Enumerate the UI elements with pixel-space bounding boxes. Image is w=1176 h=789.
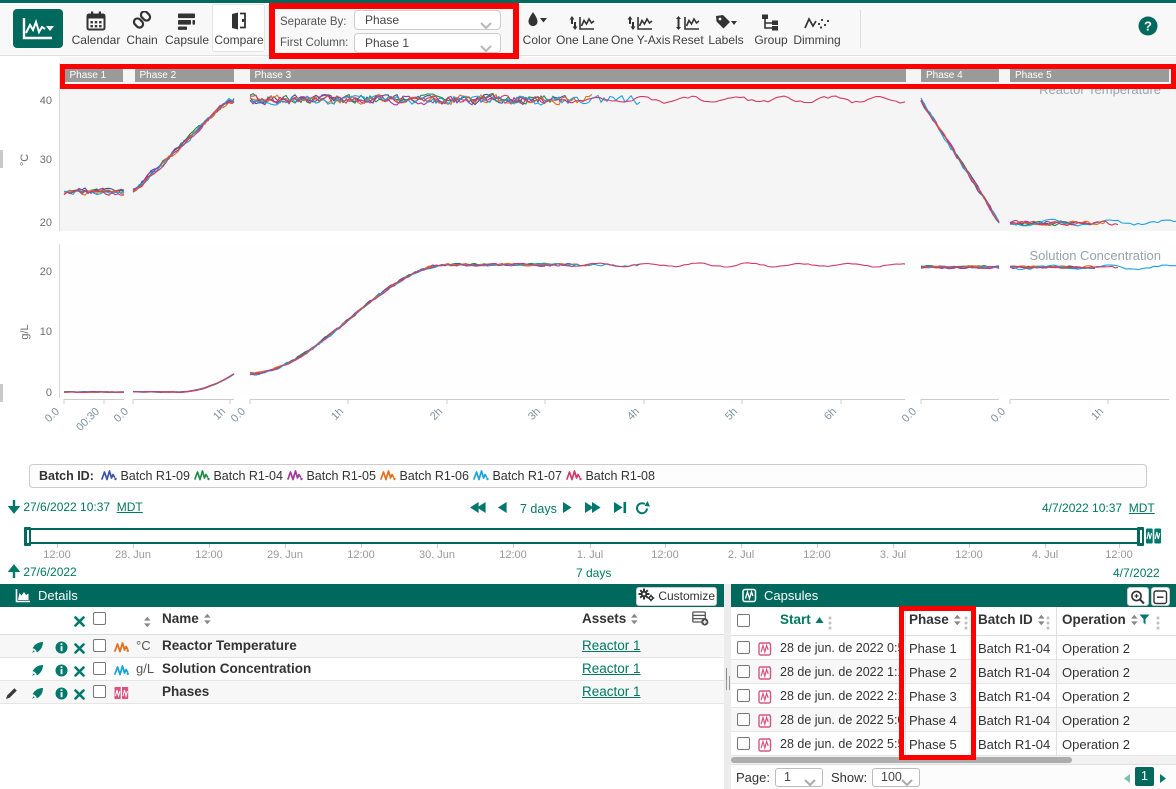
svg-text:20: 20	[40, 266, 52, 278]
svg-text:10: 10	[40, 326, 52, 338]
svg-text:1h: 1h	[211, 406, 228, 423]
svg-text:0.0: 0.0	[43, 406, 62, 425]
svg-text:0.0: 0.0	[112, 406, 131, 425]
svg-text:20: 20	[40, 217, 52, 229]
svg-text:6h: 6h	[822, 406, 839, 423]
svg-text:0.0: 0.0	[989, 406, 1008, 425]
svg-text:1h: 1h	[329, 406, 346, 423]
svg-text:0: 0	[46, 387, 52, 399]
svg-text:5h: 5h	[723, 406, 740, 423]
svg-text:°C: °C	[19, 154, 31, 166]
svg-text:Solution Concentration: Solution Concentration	[1029, 248, 1161, 263]
svg-text:2h: 2h	[428, 406, 445, 423]
svg-text:7 days: 7 days	[520, 502, 557, 515]
svg-text:4h: 4h	[625, 406, 642, 423]
svg-text:30: 30	[40, 154, 52, 166]
svg-text:40: 40	[40, 95, 52, 107]
svg-text:0.0: 0.0	[229, 406, 248, 425]
svg-text:00:30: 00:30	[74, 406, 102, 434]
svg-text:3h: 3h	[526, 406, 543, 423]
svg-text:0.0: 0.0	[900, 406, 919, 425]
svg-text:g/L: g/L	[19, 324, 31, 339]
svg-text:1h: 1h	[1089, 406, 1106, 423]
